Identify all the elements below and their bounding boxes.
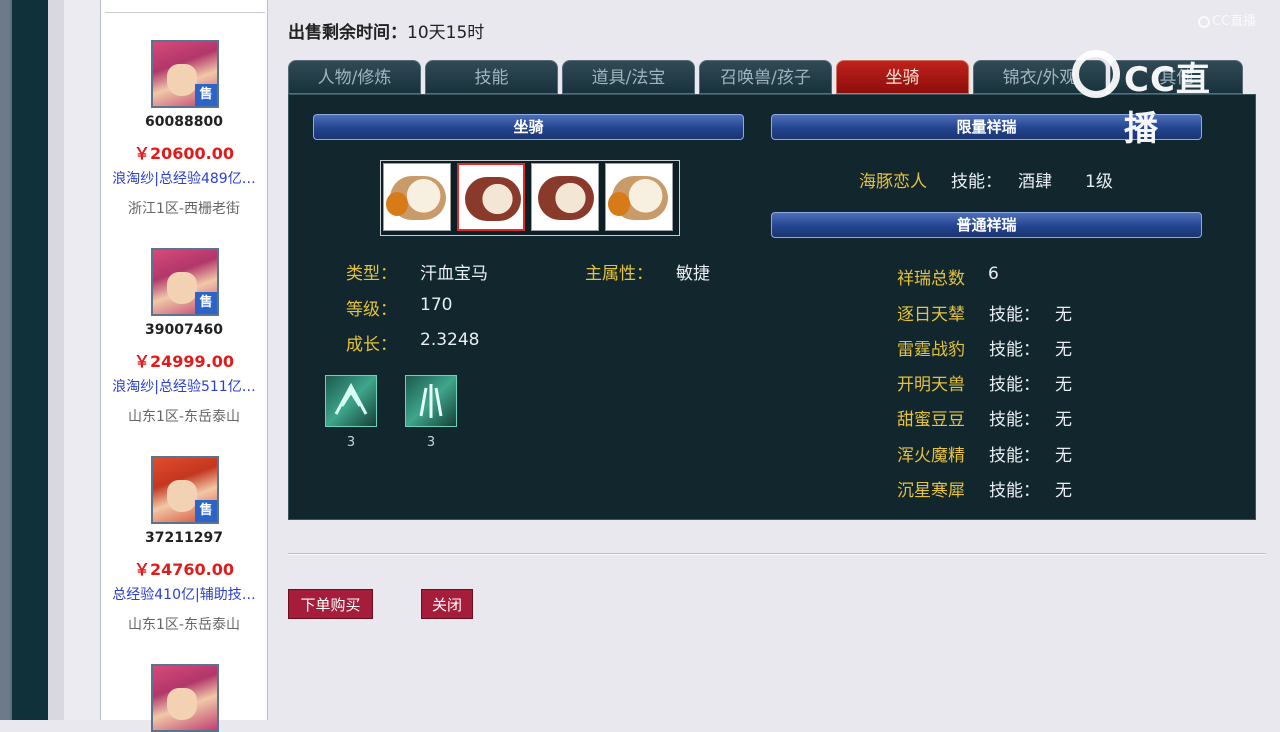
mount-section-header: 坐骑 [313, 114, 744, 140]
listing-desc-link[interactable]: 总经验410亿|辅助技… [101, 584, 267, 604]
watermark-text: CC直播 [1212, 14, 1257, 29]
xiangrui-name: 甜蜜豆豆 [897, 410, 965, 430]
sale-time-value: 10天15时 [407, 23, 485, 43]
listing-id: 60088800 [145, 114, 223, 130]
xiangrui-skill-value: 无 [1055, 446, 1072, 466]
limited-skill-label: 技能： [951, 172, 1002, 192]
listing-server: 浙江1区-西栅老街 [128, 201, 240, 217]
character-avatar[interactable]: 售 [151, 248, 219, 316]
limited-skill-level: 1级 [1085, 172, 1113, 192]
xiangrui-skill-value: 无 [1055, 481, 1072, 501]
xiangrui-skill-label: 技能： [989, 410, 1040, 430]
tab-pets[interactable]: 召唤兽/孩子 [699, 60, 832, 94]
window-left-edge [0, 0, 10, 720]
xiangrui-name: 浑火魔精 [897, 446, 965, 466]
xiangrui-name: 开明天兽 [897, 375, 965, 395]
listing-top-divider [105, 12, 265, 13]
xiangrui-list: 逐日天辇 技能： 无 雷霆战豹 技能： 无 开明天兽 技能： 无 甜蜜豆豆 技能… [897, 300, 1117, 510]
logo-ring-icon [1072, 50, 1120, 98]
listing-server: 山东1区-东岳泰山 [128, 617, 240, 633]
tab-character[interactable]: 人物/修炼 [288, 60, 421, 94]
mount-attr-value: 敏捷 [676, 264, 710, 284]
xiangrui-name: 雷霆战豹 [897, 340, 965, 360]
normal-xiangrui-header: 普通祥瑞 [771, 212, 1202, 238]
character-avatar[interactable]: 售 [151, 456, 219, 524]
mount-icon-row [380, 160, 680, 236]
xiangrui-total-label: 祥瑞总数 [897, 269, 965, 289]
left-margin [64, 0, 100, 720]
horse-mount-icon[interactable] [531, 163, 599, 231]
xiangrui-skill-label: 技能： [989, 340, 1040, 360]
listing-id: 37211297 [145, 530, 223, 546]
listing-column: 售 60088800 ￥20600.00 浪淘纱|总经验489亿… 浙江1区-西… [100, 0, 268, 732]
listing-price: ￥24999.00 [133, 352, 234, 371]
xiangrui-skill-value: 无 [1055, 410, 1072, 430]
xiangrui-skill-value: 无 [1055, 305, 1072, 325]
close-button[interactable]: 关闭 [421, 589, 473, 619]
sale-badge: 售 [195, 292, 217, 314]
mount-growth-label: 成长： [346, 335, 397, 355]
mount-level-value: 170 [420, 295, 453, 315]
watermark-ring-icon [1198, 15, 1210, 28]
sale-remaining-time: 出售剩余时间：10天15时 [288, 18, 484, 43]
mount-attr-label: 主属性： [585, 264, 653, 284]
sale-badge: 售 [195, 500, 217, 522]
skill-count: 3 [426, 435, 436, 450]
listing-price: ￥24760.00 [133, 560, 234, 579]
xiangrui-skill-label: 技能： [989, 375, 1040, 395]
left-gutter [48, 0, 64, 720]
sheep-mount-icon[interactable] [605, 163, 673, 231]
mount-growth-value: 2.3248 [420, 330, 480, 350]
xiangrui-name: 沉星寒犀 [897, 481, 965, 501]
buy-button[interactable]: 下单购买 [288, 589, 373, 619]
skill-arrow-icon[interactable] [325, 375, 377, 427]
mount-level-label: 等级： [346, 300, 397, 320]
mount-type-label: 类型： [346, 264, 397, 284]
limited-skill-value: 酒肆 [1018, 172, 1052, 192]
listing-server: 山东1区-东岳泰山 [128, 409, 240, 425]
sheep-mount-icon[interactable] [383, 163, 451, 231]
stream-watermark: CC直播 [1198, 10, 1256, 29]
xiangrui-name: 逐日天辇 [897, 305, 965, 325]
sale-time-label: 出售剩余时间： [288, 23, 407, 43]
horse-mount-icon[interactable] [457, 163, 525, 231]
xiangrui-skill-label: 技能： [989, 305, 1040, 325]
section-divider [288, 553, 1266, 555]
listing-price: ￥20600.00 [133, 144, 234, 163]
listing-desc-link[interactable]: 浪淘纱|总经验489亿… [101, 168, 267, 188]
logo-text: CC直播 [1124, 60, 1211, 149]
skill-count: 3 [346, 435, 356, 450]
xiangrui-skill-label: 技能： [989, 446, 1040, 466]
listing-desc-link[interactable]: 浪淘纱|总经验511亿… [101, 376, 267, 396]
stream-logo: CC直播 [1072, 44, 1244, 149]
sale-badge: 售 [195, 84, 217, 106]
left-dark-rail [10, 0, 50, 720]
character-avatar[interactable] [151, 664, 219, 732]
xiangrui-skill-value: 无 [1055, 340, 1072, 360]
skill-claw-icon[interactable] [405, 375, 457, 427]
xiangrui-total-value: 6 [988, 264, 999, 284]
tab-skills[interactable]: 技能 [425, 60, 558, 94]
xiangrui-skill-value: 无 [1055, 375, 1072, 395]
character-avatar[interactable]: 售 [151, 40, 219, 108]
listing-id: 39007460 [145, 322, 223, 338]
tab-items[interactable]: 道具/法宝 [562, 60, 695, 94]
limited-xiangrui-name: 海豚恋人 [859, 172, 927, 192]
tab-mounts[interactable]: 坐骑 [836, 60, 969, 94]
xiangrui-skill-label: 技能： [989, 481, 1040, 501]
mount-type-value: 汗血宝马 [420, 264, 488, 284]
